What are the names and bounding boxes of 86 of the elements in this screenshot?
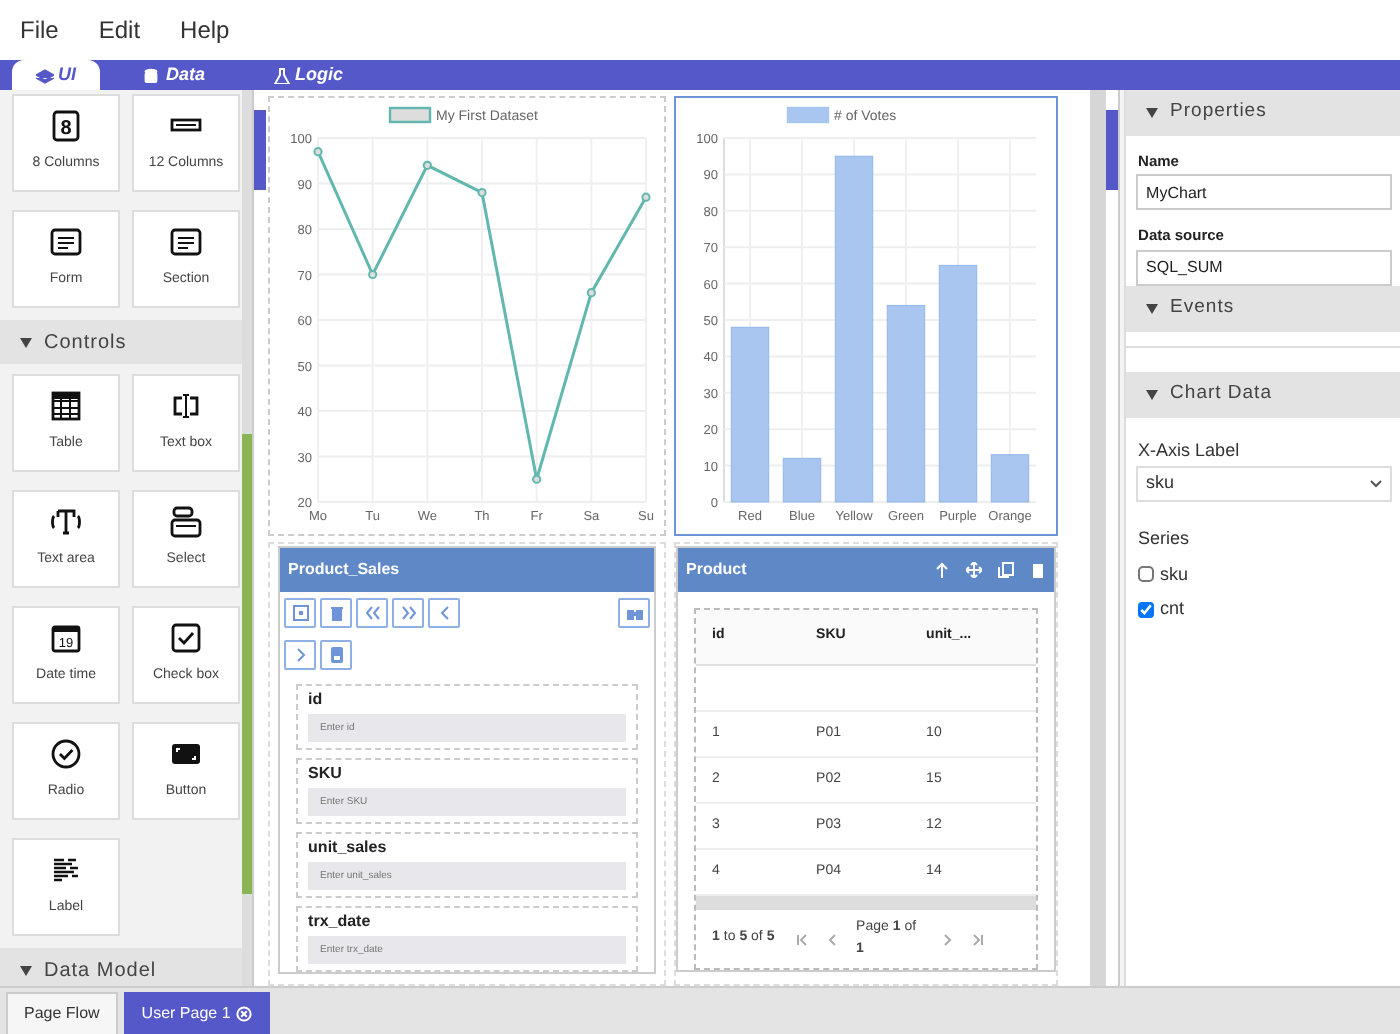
section-header[interactable]: Controls	[0, 320, 243, 364]
tab[interactable]: Page Flow	[6, 992, 118, 1034]
add-icon	[291, 604, 310, 622]
checkbox[interactable]	[1138, 566, 1155, 583]
menu-item[interactable]: Help	[180, 12, 230, 48]
next-page-icon[interactable]	[944, 933, 953, 945]
input-field[interactable]: MyChart	[1136, 174, 1393, 211]
trash-icon[interactable]	[1030, 562, 1047, 578]
toolbar-button[interactable]	[320, 640, 353, 670]
data-point	[422, 160, 433, 170]
toolbar-button[interactable]	[428, 598, 461, 628]
collapse-handle[interactable]	[254, 110, 267, 190]
toolbar-button[interactable]	[392, 598, 425, 628]
form-icon	[50, 226, 82, 259]
trash-icon	[327, 604, 346, 622]
data-point	[313, 147, 323, 157]
database-icon	[144, 67, 162, 83]
field-label: trx_date	[308, 912, 373, 932]
caret-icon	[1146, 303, 1159, 313]
scrollbar[interactable]	[696, 896, 1037, 910]
field-label: X-Axis Label	[1138, 437, 1242, 463]
caret-icon	[1146, 108, 1159, 118]
caret-icon	[20, 965, 32, 975]
section-header[interactable]: Chart Data	[1126, 371, 1400, 417]
data-point	[641, 192, 651, 202]
flask-icon	[273, 67, 292, 83]
section-header[interactable]: Properties	[1126, 90, 1400, 136]
field-label: Series	[1138, 526, 1192, 552]
tab[interactable]: Data	[120, 60, 230, 90]
field-label: SKU	[308, 764, 344, 784]
toolbar-button[interactable]	[284, 640, 317, 670]
chevron-down-icon	[1370, 480, 1383, 488]
caret-icon	[20, 337, 32, 347]
menu-item[interactable]: Edit	[98, 12, 141, 48]
table-icon	[50, 390, 82, 423]
data-point	[477, 188, 487, 198]
section-header[interactable]: Events	[1126, 285, 1400, 331]
data-point	[586, 288, 597, 298]
input-field[interactable]: SQL_SUM	[1136, 249, 1393, 285]
caret-icon	[1146, 389, 1159, 399]
data-point	[532, 474, 542, 484]
toolbar-button[interactable]	[284, 598, 317, 628]
collapse-handle[interactable]	[1106, 110, 1119, 190]
section-header[interactable]: Data Model	[0, 948, 243, 986]
move-icon[interactable]	[966, 562, 983, 578]
binoculars-icon	[625, 604, 644, 622]
previous-page-icon[interactable]	[828, 933, 837, 945]
text-area-icon	[50, 506, 82, 539]
last-page-icon[interactable]	[972, 933, 985, 945]
chevron-right-icon	[291, 646, 310, 664]
data-point	[368, 269, 378, 280]
radio-icon	[50, 738, 82, 771]
double-left-icon	[363, 604, 382, 622]
scrollbar[interactable]	[1090, 90, 1107, 986]
field-label: unit_sales	[308, 838, 389, 858]
layers-icon	[36, 67, 54, 83]
panel-title: Product_Sales	[288, 558, 400, 582]
toolbar-button[interactable]	[320, 598, 353, 628]
tab[interactable]: User Page 1	[123, 992, 271, 1034]
bar	[990, 454, 1030, 503]
panel-title: Product	[686, 558, 747, 582]
text-cursor-icon	[170, 390, 202, 423]
chevron-left-icon	[435, 604, 454, 622]
checkbox[interactable]	[1138, 601, 1155, 618]
label-icon	[50, 854, 82, 887]
tab[interactable]: UI	[12, 60, 100, 90]
field-label: id	[308, 690, 325, 710]
checkbox-icon	[170, 622, 202, 655]
scrollbar[interactable]	[242, 434, 253, 894]
save-icon	[327, 646, 346, 664]
copy-icon[interactable]	[998, 562, 1015, 578]
arrow-up-icon[interactable]	[934, 562, 951, 578]
number-icon: 8	[50, 110, 82, 143]
section-icon	[170, 226, 202, 259]
close-icon[interactable]	[236, 1006, 253, 1022]
checkbox-label: sku	[1160, 561, 1189, 587]
toolbar-button[interactable]	[356, 598, 389, 628]
select-icon	[170, 506, 202, 539]
tab[interactable]: Logic	[249, 60, 368, 90]
select-field[interactable]: sku	[1136, 466, 1393, 502]
first-page-icon[interactable]	[796, 933, 809, 945]
bar	[782, 457, 822, 503]
search-button[interactable]	[618, 598, 651, 628]
checkbox-label: cnt	[1160, 596, 1185, 622]
double-right-icon	[399, 604, 418, 622]
menu-item[interactable]: File	[20, 12, 59, 48]
